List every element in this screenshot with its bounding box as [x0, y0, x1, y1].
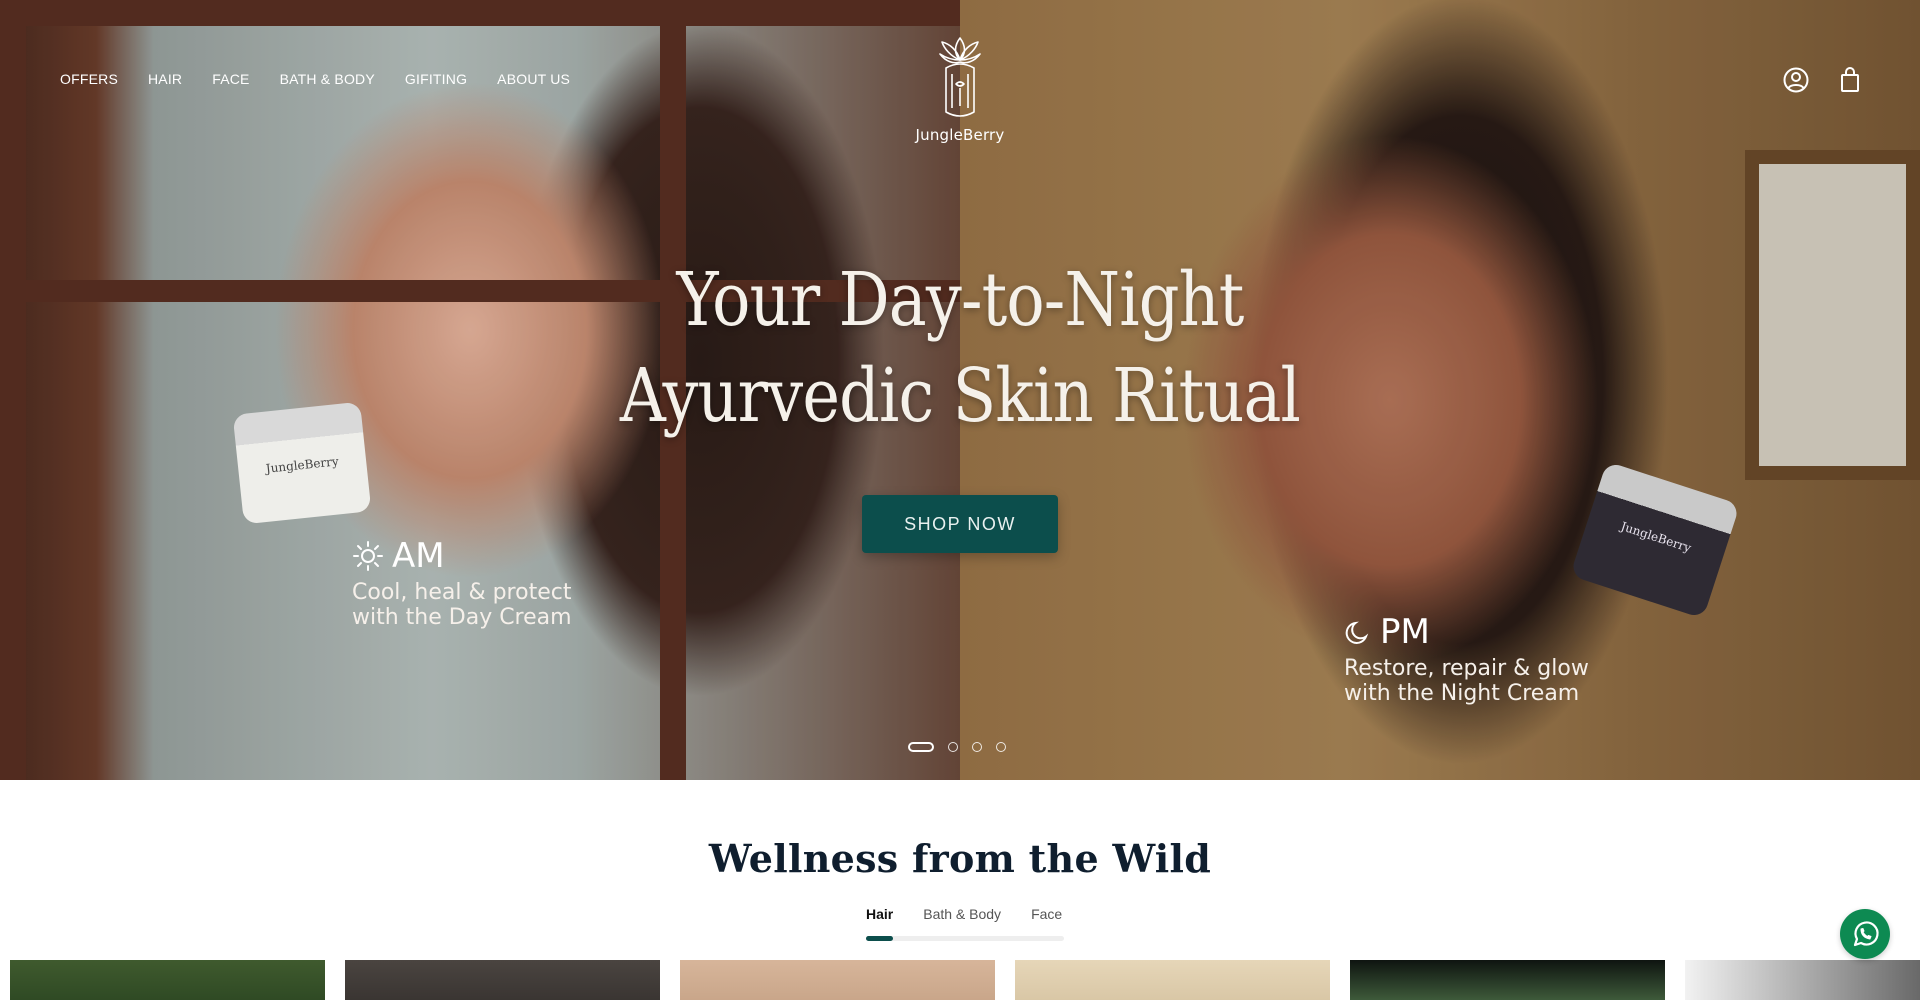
product-card[interactable]: [1350, 960, 1665, 1000]
jar-label: JungleBerry: [265, 454, 340, 476]
moon-icon: [1345, 621, 1369, 644]
product-card-row: [10, 960, 1920, 1000]
tab-hair[interactable]: Hair: [866, 906, 893, 922]
nav-about-us[interactable]: ABOUT US: [497, 71, 570, 87]
nav-offers[interactable]: OFFERS: [60, 71, 118, 87]
product-card[interactable]: [10, 960, 325, 1000]
product-card[interactable]: [1685, 960, 1920, 1000]
hero-title-line1: Your Day-to-Night: [676, 257, 1245, 343]
cart-button[interactable]: [1837, 66, 1865, 94]
category-tabs: Hair Bath & Body Face: [866, 906, 1062, 922]
tab-active-indicator: [866, 936, 893, 941]
day-cream-jar: JungleBerry: [232, 401, 372, 525]
user-circle-icon: [1783, 67, 1809, 93]
tab-face[interactable]: Face: [1031, 906, 1062, 922]
brand-name: JungleBerry: [915, 126, 1005, 144]
shopping-bag-icon: [1841, 67, 1859, 92]
section-title: Wellness from the Wild: [708, 836, 1212, 881]
whatsapp-icon: [1853, 921, 1879, 947]
account-button[interactable]: [1782, 66, 1810, 94]
pm-line2: with the Night Cream: [1344, 681, 1580, 706]
jar-label: JungleBerry: [1619, 519, 1693, 556]
product-card[interactable]: [345, 960, 660, 1000]
product-card[interactable]: [1015, 960, 1330, 1000]
pm-line1: Restore, repair & glow: [1344, 656, 1589, 681]
product-card[interactable]: [680, 960, 995, 1000]
am-line2: with the Day Cream: [352, 605, 572, 630]
shop-now-button[interactable]: SHOP NOW: [862, 495, 1058, 553]
slider-dots: [908, 742, 1006, 752]
hero-title-line2: Ayurvedic Skin Ritual: [619, 353, 1301, 439]
nav-face[interactable]: FACE: [212, 71, 249, 87]
sun-icon: [353, 541, 383, 571]
hero-title: Your Day-to-Night Ayurvedic Skin Ritual: [616, 252, 1304, 444]
main-nav: OFFERS HAIR FACE BATH & BODY GIFITING AB…: [60, 71, 600, 87]
slide-dot-1[interactable]: [908, 742, 934, 752]
whatsapp-chat-button[interactable]: [1840, 909, 1890, 959]
pm-callout: PM Restore, repair & glow with the Night…: [1344, 612, 1589, 706]
am-heading: AM: [392, 536, 445, 576]
brand-logo[interactable]: JungleBerry: [915, 34, 1005, 146]
slide-dot-4[interactable]: [996, 742, 1006, 752]
slide-dot-2[interactable]: [948, 742, 958, 752]
slide-dot-3[interactable]: [972, 742, 982, 752]
pm-heading: PM: [1380, 612, 1430, 652]
am-line1: Cool, heal & protect: [352, 580, 572, 605]
tab-scroll-track: [866, 936, 1064, 941]
tab-bath-body[interactable]: Bath & Body: [923, 906, 1001, 922]
nav-hair[interactable]: HAIR: [148, 71, 182, 87]
am-callout: AM Cool, heal & protect with the Day Cre…: [352, 536, 572, 630]
nav-bath-body[interactable]: BATH & BODY: [280, 71, 375, 87]
logo-emblem-icon: [939, 37, 981, 117]
nav-gifting[interactable]: GIFITING: [405, 71, 467, 87]
